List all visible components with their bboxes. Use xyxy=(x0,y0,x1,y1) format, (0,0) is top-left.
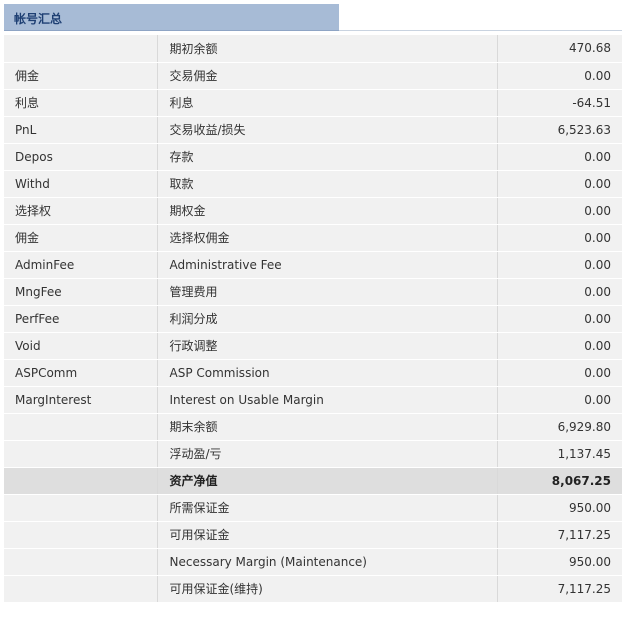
row-code-cell: 利息 xyxy=(4,89,158,117)
table-row: 可用保证金 7,117.25 xyxy=(4,521,622,549)
table-row: Void 行政调整 0.00 xyxy=(4,332,622,360)
row-description-cell: 选择权佣金 xyxy=(157,224,498,252)
row-amount-cell: 8,067.25 xyxy=(497,467,622,495)
table-row: AdminFee Administrative Fee 0.00 xyxy=(4,251,622,279)
table-row: Necessary Margin (Maintenance) 950.00 xyxy=(4,548,622,576)
row-code-cell: AdminFee xyxy=(4,251,158,279)
row-description-cell: 浮动盈/亏 xyxy=(157,440,498,468)
row-amount-cell: 0.00 xyxy=(497,359,622,387)
row-description-cell: 期初余额 xyxy=(157,35,498,63)
row-amount-cell: 7,117.25 xyxy=(497,521,622,549)
row-code-cell: 佣金 xyxy=(4,224,158,252)
table-row: PerfFee 利润分成 0.00 xyxy=(4,305,622,333)
row-code-cell: Depos xyxy=(4,143,158,171)
row-amount-cell: 0.00 xyxy=(497,332,622,360)
table-row: Depos 存款 0.00 xyxy=(4,143,622,171)
row-amount-cell: 950.00 xyxy=(497,494,622,522)
total-row: 资产净值 8,067.25 xyxy=(4,467,622,495)
row-amount-cell: 0.00 xyxy=(497,386,622,414)
row-amount-cell: 470.68 xyxy=(497,35,622,63)
table-row: 佣金 交易佣金 0.00 xyxy=(4,62,622,90)
table-row: 期初余额 470.68 xyxy=(4,35,622,63)
row-amount-cell: 0.00 xyxy=(497,305,622,333)
row-code-cell xyxy=(4,548,158,576)
row-description-cell: ASP Commission xyxy=(157,359,498,387)
row-code-cell: MargInterest xyxy=(4,386,158,414)
row-amount-cell: -64.51 xyxy=(497,89,622,117)
table-row: 期末余额 6,929.80 xyxy=(4,413,622,441)
row-description-cell: Interest on Usable Margin xyxy=(157,386,498,414)
row-code-cell: ASPComm xyxy=(4,359,158,387)
row-description-cell: 所需保证金 xyxy=(157,494,498,522)
row-amount-cell: 0.00 xyxy=(497,278,622,306)
row-amount-cell: 0.00 xyxy=(497,143,622,171)
row-code-cell xyxy=(4,575,158,603)
row-code-cell: 佣金 xyxy=(4,62,158,90)
table-row: ASPComm ASP Commission 0.00 xyxy=(4,359,622,387)
row-code-cell: Withd xyxy=(4,170,158,198)
table-row: PnL 交易收益/损失 6,523.63 xyxy=(4,116,622,144)
row-amount-cell: 6,523.63 xyxy=(497,116,622,144)
row-code-cell: PnL xyxy=(4,116,158,144)
row-amount-cell: 0.00 xyxy=(497,251,622,279)
row-code-cell xyxy=(4,467,158,495)
row-description-cell: 可用保证金(维持) xyxy=(157,575,498,603)
table-row: 所需保证金 950.00 xyxy=(4,494,622,522)
row-description-cell: 交易收益/损失 xyxy=(157,116,498,144)
table-row: MargInterest Interest on Usable Margin 0.0… xyxy=(4,386,622,414)
row-description-cell: 可用保证金 xyxy=(157,521,498,549)
account-summary-tab[interactable]: 帐号汇总 xyxy=(4,4,339,31)
row-amount-cell: 1,137.45 xyxy=(497,440,622,468)
row-code-cell xyxy=(4,521,158,549)
row-description-cell: 资产净值 xyxy=(157,467,498,495)
table-row: 利息 利息 -64.51 xyxy=(4,89,622,117)
header-divider xyxy=(339,30,622,31)
row-description-cell: 存款 xyxy=(157,143,498,171)
row-description-cell: 管理费用 xyxy=(157,278,498,306)
table-row: Withd 取款 0.00 xyxy=(4,170,622,198)
table-row: MngFee 管理费用 0.00 xyxy=(4,278,622,306)
row-description-cell: Necessary Margin (Maintenance) xyxy=(157,548,498,576)
row-amount-cell: 950.00 xyxy=(497,548,622,576)
row-description-cell: 利润分成 xyxy=(157,305,498,333)
row-code-cell xyxy=(4,413,158,441)
row-code-cell xyxy=(4,440,158,468)
row-amount-cell: 7,117.25 xyxy=(497,575,622,603)
account-summary-table: 期初余额 470.68 佣金 交易佣金 0.00 利息 利息 -64.51 PnL 交易收益/损失… xyxy=(4,35,622,603)
table-row: 可用保证金(维持) 7,117.25 xyxy=(4,575,622,603)
row-amount-cell: 0.00 xyxy=(497,224,622,252)
row-description-cell: 期权金 xyxy=(157,197,498,225)
row-description-cell: 行政调整 xyxy=(157,332,498,360)
row-description-cell: 期末余额 xyxy=(157,413,498,441)
table-row: 浮动盈/亏 1,137.45 xyxy=(4,440,622,468)
table-row: 佣金 选择权佣金 0.00 xyxy=(4,224,622,252)
row-code-cell xyxy=(4,35,158,63)
row-description-cell: Administrative Fee xyxy=(157,251,498,279)
row-amount-cell: 0.00 xyxy=(497,62,622,90)
table-row: 选择权 期权金 0.00 xyxy=(4,197,622,225)
row-amount-cell: 6,929.80 xyxy=(497,413,622,441)
account-summary-title: 帐号汇总 xyxy=(14,12,63,26)
row-code-cell: MngFee xyxy=(4,278,158,306)
row-code-cell xyxy=(4,494,158,522)
row-code-cell: Void xyxy=(4,332,158,360)
row-amount-cell: 0.00 xyxy=(497,170,622,198)
row-code-cell: PerfFee xyxy=(4,305,158,333)
row-description-cell: 取款 xyxy=(157,170,498,198)
row-amount-cell: 0.00 xyxy=(497,197,622,225)
row-code-cell: 选择权 xyxy=(4,197,158,225)
account-summary-table-body: 期初余额 470.68 佣金 交易佣金 0.00 利息 利息 -64.51 PnL 交易收益/损失… xyxy=(4,35,622,603)
row-description-cell: 交易佣金 xyxy=(157,62,498,90)
row-description-cell: 利息 xyxy=(157,89,498,117)
